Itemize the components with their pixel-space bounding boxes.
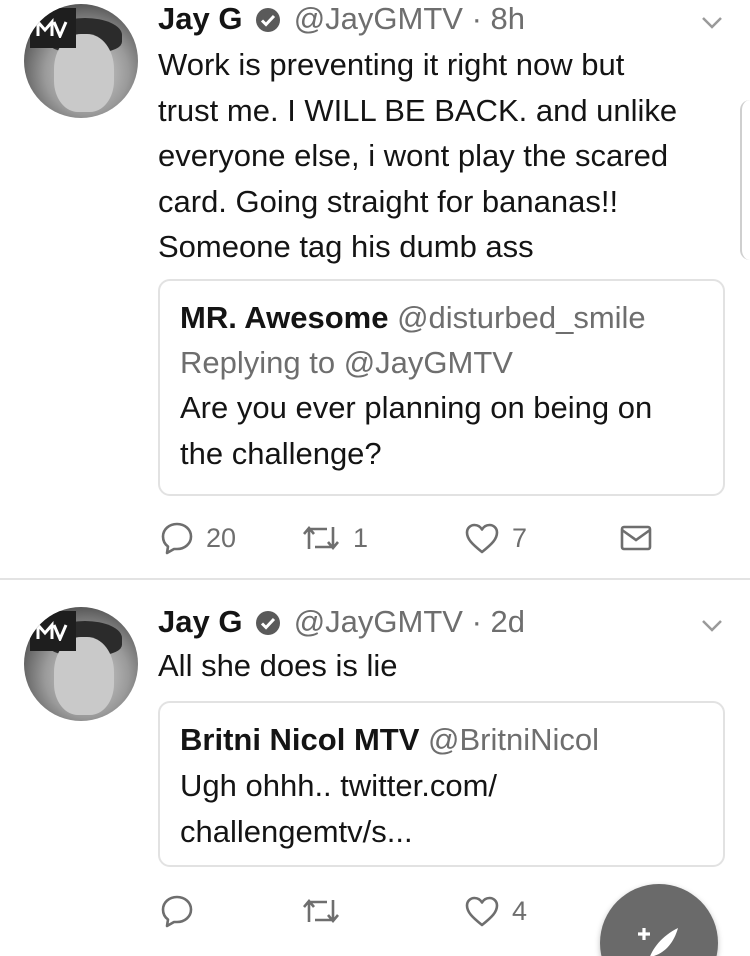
quoted-tweet-text: Ugh ohhh.. twitter.com/ challengemtv/s..… [180, 763, 703, 854]
direct-message-button[interactable] [620, 518, 652, 558]
retweet-icon [303, 525, 339, 551]
tweet-text: All she does is lie [158, 643, 728, 689]
avatar[interactable] [24, 607, 138, 721]
author-name[interactable]: Jay G [158, 604, 242, 639]
quoted-text-line: challengemtv/s... [180, 813, 413, 849]
like-button[interactable]: 7 [464, 518, 527, 558]
separator: · [471, 1, 482, 36]
quoted-text-line: Ugh ohhh.. twitter.com/ [180, 768, 498, 803]
author-handle[interactable]: @JayGMTV [294, 604, 463, 639]
tweet-divider [0, 578, 750, 580]
timestamp[interactable]: 2d [491, 604, 525, 639]
tweet-actions: 4 [158, 891, 678, 931]
heart-icon [465, 896, 499, 927]
compose-tweet-icon [638, 928, 678, 956]
like-count: 4 [512, 895, 528, 926]
verified-badge-icon [255, 4, 281, 42]
author-name[interactable]: Jay G [158, 1, 242, 36]
reply-icon [161, 522, 193, 555]
quoted-text-line: the challenge? [180, 435, 382, 471]
like-button[interactable]: 4 [464, 891, 527, 931]
author-handle[interactable]: @JayGMTV [294, 1, 463, 36]
quoted-tweet-text: Are you ever planning on being on the ch… [180, 385, 703, 476]
reply-button[interactable]: 20 [160, 518, 236, 558]
verified-badge-icon [255, 607, 281, 645]
reply-count: 20 [206, 522, 237, 553]
tweet-text: Work is preventing it right now but trus… [158, 42, 728, 270]
separator: · [471, 604, 482, 639]
tweet-text-line: card. Going straight for bananas!! [158, 183, 619, 219]
quoted-author-name: MR. Awesome [180, 300, 389, 335]
quoted-tweet-header: Britni Nicol MTV @BritniNicol [180, 721, 703, 759]
tweet-text-line: All she does is lie [158, 648, 398, 683]
quoted-tweet-header: MR. Awesome @disturbed_smile [180, 299, 703, 337]
chevron-down-icon[interactable] [700, 613, 724, 637]
tweet-text-line: Someone tag his dumb ass [158, 229, 534, 264]
quoted-author-name: Britni Nicol MTV [180, 722, 420, 757]
mail-icon [620, 525, 652, 551]
mtv-logo-icon [30, 611, 76, 651]
retweet-button[interactable]: 1 [301, 518, 368, 558]
scrollbar-edge [740, 100, 750, 260]
retweet-button[interactable] [301, 891, 353, 931]
avatar[interactable] [24, 4, 138, 118]
tweet-text-line: Work is preventing it right now but [158, 47, 625, 82]
retweet-icon [303, 898, 339, 924]
tweet-header: Jay G @JayGMTV · 8h [158, 0, 525, 42]
quoted-tweet[interactable]: Britni Nicol MTV @BritniNicol Ugh ohhh..… [158, 701, 725, 867]
tweet-text-line: everyone else, i wont play the scared [158, 138, 669, 173]
tweet-header: Jay G @JayGMTV · 2d [158, 603, 525, 645]
quoted-text-line: Are you ever planning on being on [180, 390, 653, 425]
timestamp[interactable]: 8h [491, 1, 525, 36]
reply-icon [161, 895, 193, 928]
chevron-down-icon[interactable] [700, 10, 724, 34]
tweet[interactable]: Jay G @JayGMTV · 8h Work is preventing i… [0, 0, 750, 580]
quoted-author-handle: @BritniNicol [428, 722, 600, 757]
mtv-logo-icon [30, 8, 76, 48]
tweet-actions: 20 1 7 [158, 518, 678, 558]
tweet-text-line: trust me. I WILL BE BACK. and unlike [158, 92, 678, 128]
retweet-count: 1 [353, 522, 369, 553]
quoted-tweet[interactable]: MR. Awesome @disturbed_smile Replying to… [158, 279, 725, 496]
heart-icon [465, 523, 499, 554]
like-count: 7 [512, 522, 528, 553]
quoted-author-handle: @disturbed_smile [397, 300, 646, 335]
replying-to: Replying to @JayGMTV [180, 345, 513, 380]
reply-button[interactable] [160, 891, 206, 931]
